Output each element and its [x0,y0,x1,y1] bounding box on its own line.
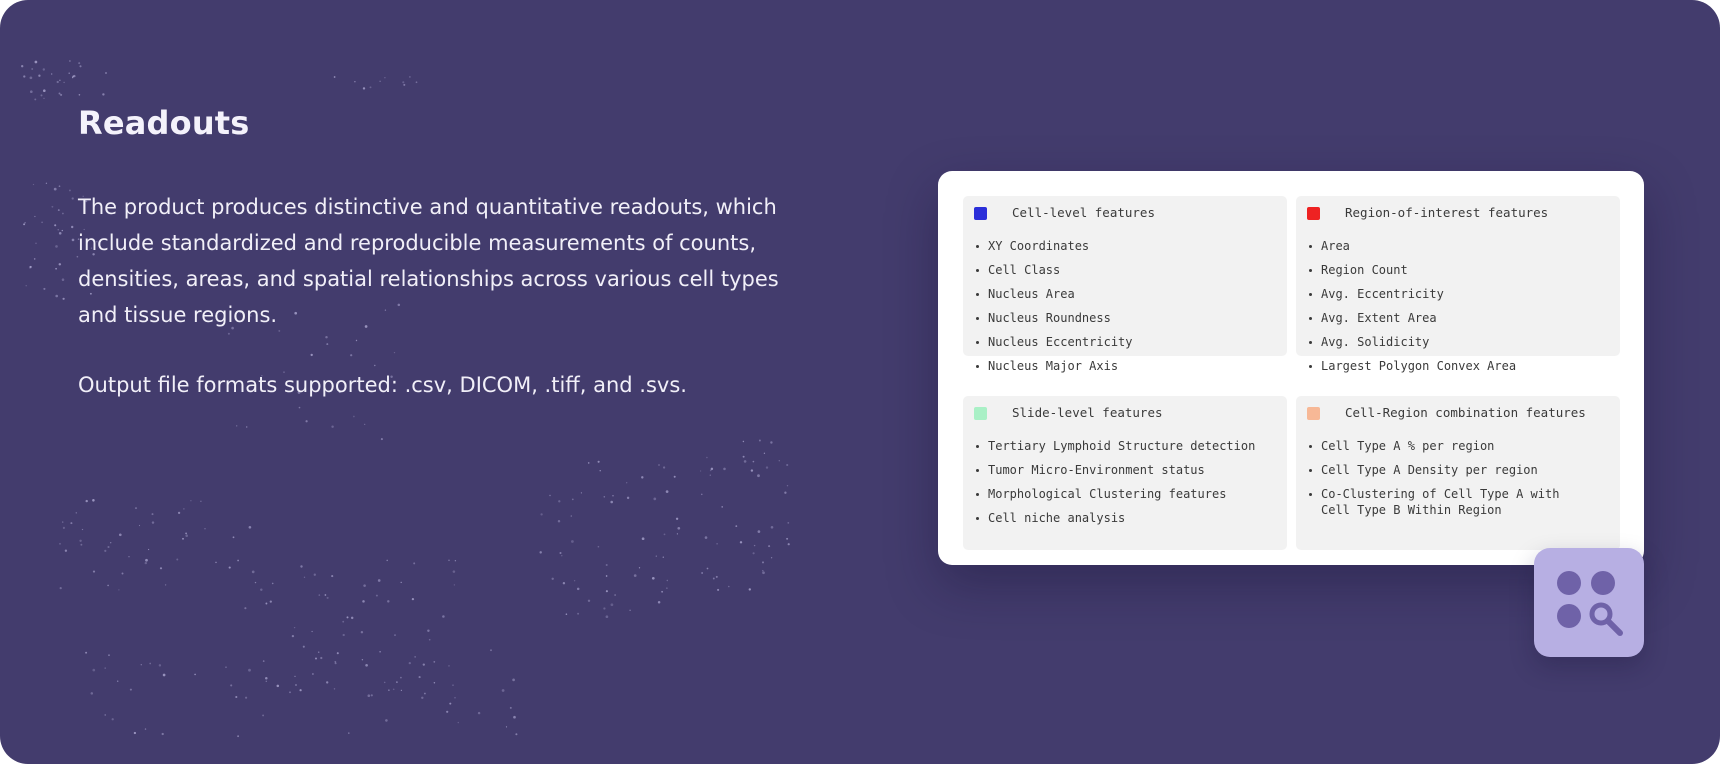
feature-list: XY Coordinates Cell Class Nucleus Area N… [974,238,1133,382]
list-item: Region Count [1307,262,1516,278]
panel-cell-region-combination-features: Cell-Region combination features Cell Ty… [1296,396,1620,550]
list-item: Nucleus Eccentricity [974,334,1133,350]
cell-region-swatch [1307,407,1320,420]
list-item: XY Coordinates [974,238,1133,254]
feature-list: Cell Type A % per region Cell Type A Den… [1307,438,1559,526]
section-description: The product produces distinctive and qua… [78,195,779,327]
panel-title: Cell-level features [1012,205,1155,220]
list-item: Cell Type A % per region [1307,438,1559,454]
readouts-banner: Readouts The product produces distinctiv… [0,0,1720,764]
panel-cell-level-features: Cell-level features XY Coordinates Cell … [963,196,1287,373]
list-item: Nucleus Area [974,286,1133,302]
panel-region-of-interest-features: Region-of-interest features Area Region … [1296,196,1620,373]
list-item: Co-Clustering of Cell Type A with Cell T… [1307,486,1559,518]
cells-search-icon [1557,571,1623,636]
list-item: Tumor Micro-Environment status [974,462,1255,478]
region-of-interest-swatch [1307,207,1320,220]
section-title: Readouts [78,104,250,142]
list-item: Avg. Solidicity [1307,334,1516,350]
list-item-text: Co-Clustering of Cell Type A with Cell T… [1321,487,1560,517]
list-item: Area [1307,238,1516,254]
feature-list: Tertiary Lymphoid Structure detection Tu… [974,438,1255,534]
features-card: Cell-level features XY Coordinates Cell … [938,171,1644,565]
list-item: Cell Type A Density per region [1307,462,1559,478]
panel-title: Region-of-interest features [1345,205,1549,220]
cells-search-badge [1534,548,1644,657]
feature-list: Area Region Count Avg. Eccentricity Avg.… [1307,238,1516,382]
list-item: Cell niche analysis [974,510,1255,526]
list-item: Morphological Clustering features [974,486,1255,502]
list-item: Avg. Extent Area [1307,310,1516,326]
panel-title: Slide-level features [1012,405,1163,420]
panel-slide-level-features: Slide-level features Tertiary Lymphoid S… [963,396,1287,550]
panel-title: Cell-Region combination features [1345,405,1586,420]
list-item: Avg. Eccentricity [1307,286,1516,302]
list-item: Largest Polygon Convex Area [1307,358,1516,374]
output-formats-text: Output file formats supported: .csv, DIC… [78,373,687,397]
slide-level-swatch [974,407,987,420]
list-item: Cell Class [974,262,1133,278]
list-item: Tertiary Lymphoid Structure detection [974,438,1255,454]
list-item: Nucleus Roundness [974,310,1133,326]
cell-level-swatch [974,207,987,220]
list-item: Nucleus Major Axis [974,358,1133,374]
